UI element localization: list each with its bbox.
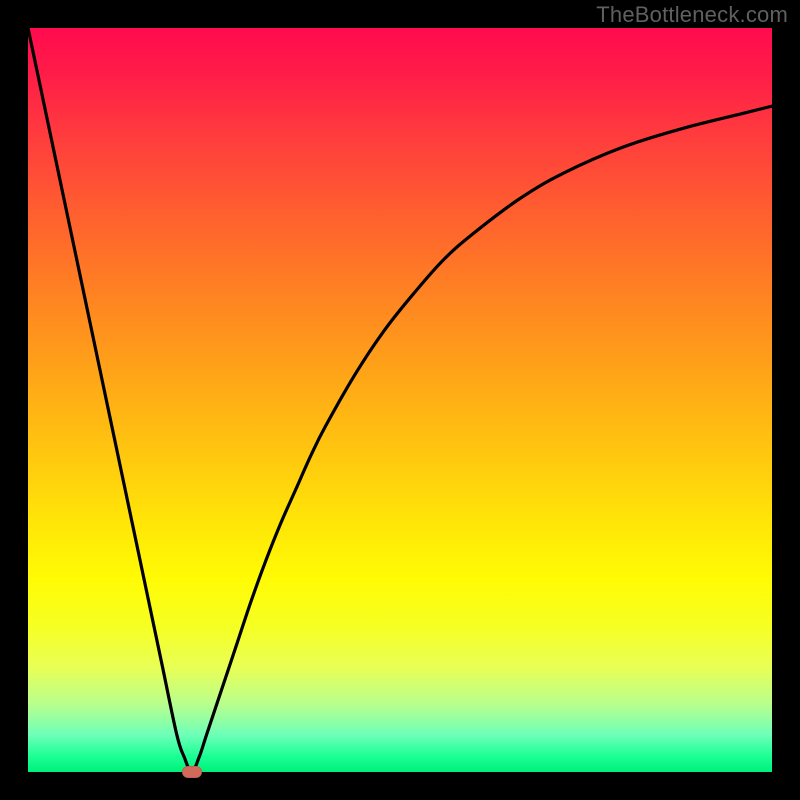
bottleneck-curve [28, 28, 772, 772]
chart-stage: TheBottleneck.com [0, 0, 800, 800]
plot-area [28, 28, 772, 772]
watermark-text: TheBottleneck.com [596, 2, 788, 28]
optimum-marker [182, 766, 202, 778]
